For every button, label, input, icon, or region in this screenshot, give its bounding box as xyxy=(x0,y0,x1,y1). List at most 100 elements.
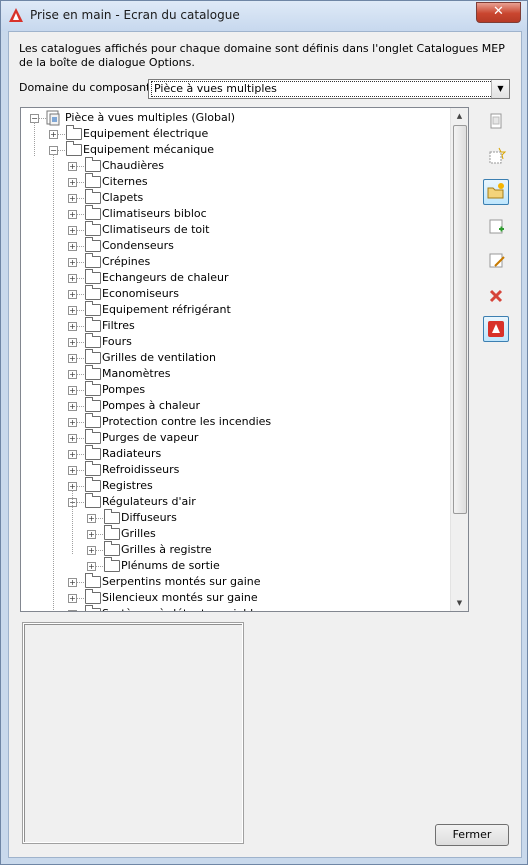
tree-node[interactable]: + Climatiseurs de toit xyxy=(21,221,449,238)
tree-node-label: Manomètres xyxy=(102,367,171,380)
expand-icon[interactable]: + xyxy=(68,354,77,363)
expand-icon[interactable]: + xyxy=(68,178,77,187)
expand-icon[interactable]: + xyxy=(68,258,77,267)
tree-node[interactable]: − Régulateurs d'air xyxy=(21,493,449,510)
expand-icon[interactable]: + xyxy=(68,466,77,475)
tree-node-label: Régulateurs d'air xyxy=(102,495,196,508)
expand-icon[interactable]: + xyxy=(68,418,77,427)
expand-icon[interactable]: + xyxy=(87,546,96,555)
expand-icon[interactable]: + xyxy=(68,242,77,251)
add-content-button[interactable] xyxy=(483,214,509,240)
expand-icon[interactable]: + xyxy=(68,194,77,203)
expand-icon[interactable]: + xyxy=(68,162,77,171)
tree-node[interactable]: + Fours xyxy=(21,333,449,350)
folder-icon xyxy=(85,285,101,300)
tree-node-label: Crépines xyxy=(102,255,151,268)
tree-node[interactable]: + Pompes à chaleur xyxy=(21,397,449,414)
autocad-catalog-button[interactable] xyxy=(483,316,509,342)
domain-select[interactable]: Pièce à vues multiples ▼ xyxy=(148,79,510,99)
new-catalog-button[interactable] xyxy=(483,109,509,135)
tree-node[interactable]: + Citernes xyxy=(21,173,449,190)
tree-line xyxy=(77,230,84,231)
tree-line xyxy=(34,122,35,156)
expand-icon[interactable]: + xyxy=(68,210,77,219)
tree-node[interactable]: + Radiateurs xyxy=(21,445,449,462)
tree-node[interactable]: + Registres xyxy=(21,477,449,494)
close-button[interactable]: Fermer xyxy=(435,824,509,846)
tree-node[interactable]: + Echangeurs de chaleur xyxy=(21,269,449,286)
folder-icon xyxy=(85,413,101,428)
tree-node-label: Clapets xyxy=(102,191,144,204)
expand-icon[interactable]: + xyxy=(87,562,96,571)
open-catalog-button[interactable] xyxy=(483,179,509,205)
edit-content-button[interactable] xyxy=(483,248,509,274)
folder-icon xyxy=(85,333,101,348)
expand-icon[interactable]: + xyxy=(68,402,77,411)
tree-node[interactable]: + Plénums de sortie xyxy=(21,557,449,574)
expand-icon[interactable]: + xyxy=(49,130,58,139)
tree-node[interactable]: + Grilles xyxy=(21,525,449,542)
tree-node[interactable]: + Equipement réfrigérant xyxy=(21,301,449,318)
tree-node[interactable]: + Condenseurs xyxy=(21,237,449,254)
expand-icon[interactable]: + xyxy=(68,274,77,283)
expand-icon[interactable]: + xyxy=(87,530,96,539)
expand-icon[interactable]: + xyxy=(68,306,77,315)
tree-node[interactable]: + Crépines xyxy=(21,253,449,270)
close-window-button[interactable]: ✕ xyxy=(476,2,521,23)
tree-node[interactable]: + Grilles à registre xyxy=(21,541,449,558)
delete-button[interactable] xyxy=(483,283,509,309)
expand-icon[interactable]: + xyxy=(68,338,77,347)
expand-icon[interactable]: + xyxy=(68,434,77,443)
tree-node-label: Echangeurs de chaleur xyxy=(102,271,229,284)
expand-icon[interactable]: + xyxy=(68,370,77,379)
tree-node[interactable]: + Clapets xyxy=(21,189,449,206)
new-chapter-button[interactable] xyxy=(483,144,509,170)
tree-line xyxy=(77,182,84,183)
tree-node[interactable]: + Serpentins montés sur gaine xyxy=(21,573,449,590)
tree-line xyxy=(77,438,84,439)
catalog-tree[interactable]: − Pièce à vues multiples (Global) + Equipem… xyxy=(20,107,469,612)
tree-node-label: Pompes à chaleur xyxy=(102,399,200,412)
expand-icon[interactable]: + xyxy=(68,290,77,299)
tree-node[interactable]: + Protection contre les incendies xyxy=(21,413,449,430)
folder-icon xyxy=(85,429,101,444)
tree-node[interactable]: + Manomètres xyxy=(21,365,449,382)
tree-node[interactable]: + Refroidisseurs xyxy=(21,461,449,478)
tree-node-label: Climatiseurs bibloc xyxy=(102,207,207,220)
tree-node[interactable]: − Equipement mécanique xyxy=(21,141,449,158)
tree-node[interactable]: + Purges de vapeur xyxy=(21,429,449,446)
tree-node[interactable]: + Silencieux montés sur gaine xyxy=(21,589,449,606)
expand-icon[interactable]: + xyxy=(68,450,77,459)
expand-icon[interactable]: + xyxy=(68,386,77,395)
chevron-down-icon[interactable]: ▼ xyxy=(491,80,509,98)
scroll-up-icon[interactable]: ▲ xyxy=(451,108,468,124)
folder-icon xyxy=(104,557,120,572)
tree-node[interactable]: + Climatiseurs bibloc xyxy=(21,205,449,222)
tree-node[interactable]: + Grilles de ventilation xyxy=(21,349,449,366)
tree-scrollbar[interactable]: ▲ ▼ xyxy=(450,108,468,611)
tree-line xyxy=(96,550,103,551)
expand-icon[interactable]: + xyxy=(68,594,77,603)
tree-node[interactable]: + Filtres xyxy=(21,317,449,334)
tree-line xyxy=(77,374,84,375)
tree-line xyxy=(77,422,84,423)
tree-node-label: Equipement électrique xyxy=(83,127,209,140)
tree-line xyxy=(77,582,84,583)
expand-icon[interactable]: + xyxy=(87,514,96,523)
expand-icon[interactable]: + xyxy=(68,610,77,611)
tree-node[interactable]: + Economiseurs xyxy=(21,285,449,302)
tree-root-node[interactable]: − Pièce à vues multiples (Global) xyxy=(21,110,449,126)
tree-node[interactable]: + Pompes xyxy=(21,381,449,398)
expand-icon[interactable]: + xyxy=(68,578,77,587)
folder-icon xyxy=(85,221,101,236)
tree-node[interactable]: + Chaudières xyxy=(21,157,449,174)
expand-icon[interactable]: + xyxy=(68,322,77,331)
tree-line xyxy=(58,134,65,135)
folder-icon xyxy=(85,157,101,172)
tree-node[interactable]: + Equipement électrique xyxy=(21,125,449,142)
tree-node[interactable]: + Systèmes à détente variable xyxy=(21,605,449,611)
scroll-thumb[interactable] xyxy=(453,125,467,514)
tree-node[interactable]: + Diffuseurs xyxy=(21,509,449,526)
scroll-down-icon[interactable]: ▼ xyxy=(451,595,468,611)
expand-icon[interactable]: + xyxy=(68,226,77,235)
